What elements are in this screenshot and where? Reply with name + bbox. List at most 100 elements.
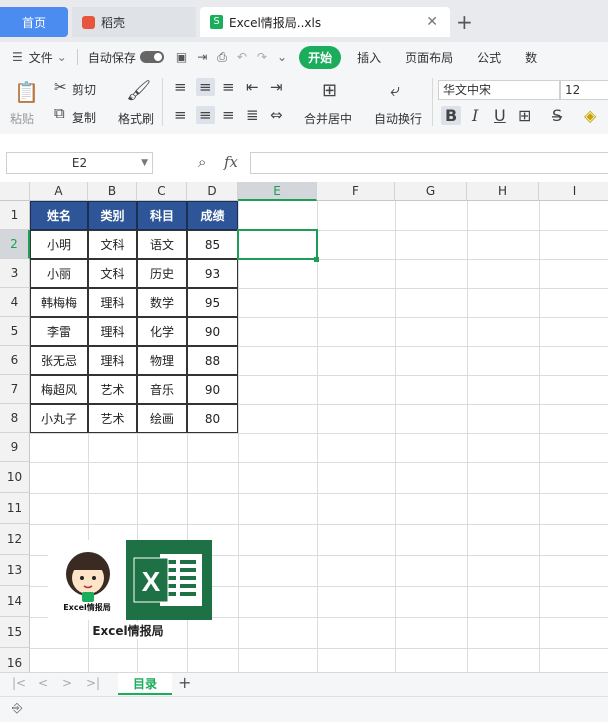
table-cell[interactable]: 艺术 [88, 404, 137, 433]
indent-increase-icon[interactable]: ⇥ [270, 78, 283, 96]
column-header-f[interactable]: F [317, 182, 395, 201]
underline-button[interactable]: U [494, 106, 506, 125]
format-painter-button[interactable]: 格式刷 [118, 110, 154, 127]
table-cell[interactable]: 物理 [137, 346, 187, 375]
indent-decrease-icon[interactable]: ⇤ [246, 78, 259, 96]
redo-icon[interactable]: ↷ [257, 50, 267, 64]
justify-icon[interactable]: ≣ [246, 106, 259, 124]
table-cell[interactable]: 艺术 [88, 375, 137, 404]
chevron-down-icon[interactable]: ▼ [141, 153, 148, 173]
menu-tab-home[interactable]: 开始 [299, 45, 342, 69]
menu-tab-formula[interactable]: 公式 [477, 49, 501, 66]
fill-color-icon[interactable]: ◈ [584, 106, 596, 125]
spreadsheet-grid[interactable]: A B C D E F G H I 1 2 3 4 5 6 7 8 9 10 1… [0, 182, 608, 672]
column-header-c[interactable]: C [137, 182, 187, 201]
table-cell[interactable]: 80 [187, 404, 238, 433]
sheet-tab-directory[interactable]: 目录 [118, 673, 172, 695]
row-header-3[interactable]: 3 [0, 259, 30, 288]
row-header-13[interactable]: 13 [0, 555, 30, 586]
menu-tab-insert[interactable]: 插入 [357, 49, 381, 66]
row-header-14[interactable]: 14 [0, 586, 30, 617]
borders-icon[interactable]: ⊞ [518, 106, 531, 125]
wrap-text-button[interactable]: 自动换行 [374, 110, 422, 127]
chevron-down-icon[interactable]: ⌄ [57, 50, 67, 64]
close-tab-icon[interactable]: ✕ [426, 14, 438, 30]
font-size-select[interactable]: 12 [560, 80, 608, 100]
zoom-icon[interactable]: ⌕ [198, 153, 206, 171]
table-cell[interactable]: 理科 [88, 288, 137, 317]
fill-handle[interactable] [314, 257, 319, 262]
formula-input[interactable] [250, 152, 608, 174]
align-center-icon[interactable]: ≡ [196, 106, 215, 124]
column-header-g[interactable]: G [395, 182, 467, 201]
column-header-b[interactable]: B [88, 182, 137, 201]
macro-record-icon[interactable]: ⎆ [12, 701, 22, 716]
table-cell[interactable]: 93 [187, 259, 238, 288]
row-header-9[interactable]: 9 [0, 433, 30, 462]
name-box[interactable]: E2 ▼ [6, 152, 153, 174]
align-left-icon[interactable]: ≡ [174, 106, 187, 124]
table-cell[interactable]: 90 [187, 317, 238, 346]
table-cell[interactable]: 文科 [88, 230, 137, 259]
table-cell[interactable]: 语文 [137, 230, 187, 259]
table-header-cell[interactable]: 科目 [137, 201, 187, 230]
autosave-toggle[interactable] [139, 51, 164, 63]
align-middle-icon[interactable]: ≡ [196, 78, 215, 96]
first-sheet-icon[interactable]: |< [12, 676, 26, 690]
selected-cell-e2[interactable] [237, 229, 318, 260]
table-header-cell[interactable]: 类别 [88, 201, 137, 230]
more-icon[interactable]: ⌄ [277, 50, 287, 64]
column-header-d[interactable]: D [187, 182, 238, 201]
table-header-cell[interactable]: 成绩 [187, 201, 238, 230]
table-cell[interactable]: 历史 [137, 259, 187, 288]
column-header-a[interactable]: A [30, 182, 88, 201]
table-cell[interactable]: 理科 [88, 317, 137, 346]
paste-button[interactable]: 粘贴 [10, 110, 34, 127]
table-cell[interactable]: 数学 [137, 288, 187, 317]
row-header-11[interactable]: 11 [0, 493, 30, 524]
table-cell[interactable]: 小丽 [30, 259, 88, 288]
row-header-2[interactable]: 2 [0, 230, 30, 259]
row-header-8[interactable]: 8 [0, 404, 30, 433]
table-cell[interactable]: 韩梅梅 [30, 288, 88, 317]
distributed-icon[interactable]: ⇔ [270, 106, 283, 124]
italic-button[interactable]: I [472, 106, 478, 125]
table-cell[interactable]: 张无忌 [30, 346, 88, 375]
tab-daoke[interactable]: 稻壳 [72, 7, 196, 37]
column-header-i[interactable]: I [539, 182, 608, 201]
row-header-1[interactable]: 1 [0, 201, 30, 230]
prev-sheet-icon[interactable]: < [38, 676, 48, 690]
table-cell[interactable]: 文科 [88, 259, 137, 288]
menu-tab-layout[interactable]: 页面布局 [405, 49, 453, 66]
row-header-12[interactable]: 12 [0, 524, 30, 555]
tab-excel-file[interactable]: S Excel情报局..xls ✕ [200, 7, 450, 37]
table-cell[interactable]: 小明 [30, 230, 88, 259]
new-tab-button[interactable]: + [456, 10, 473, 34]
menu-tab-data[interactable]: 数 [525, 49, 537, 66]
table-cell[interactable]: 小丸子 [30, 404, 88, 433]
column-header-h[interactable]: H [467, 182, 539, 201]
print-icon[interactable]: ⎙ [217, 50, 227, 65]
bold-button[interactable]: B [441, 106, 462, 125]
row-header-15[interactable]: 15 [0, 617, 30, 648]
add-sheet-button[interactable]: + [178, 673, 191, 692]
cut-button[interactable]: 剪切 [72, 81, 96, 98]
table-cell[interactable]: 李雷 [30, 317, 88, 346]
row-header-7[interactable]: 7 [0, 375, 30, 404]
row-header-4[interactable]: 4 [0, 288, 30, 317]
row-header-10[interactable]: 10 [0, 462, 30, 493]
table-cell[interactable]: 85 [187, 230, 238, 259]
merge-center-button[interactable]: 合并居中 [304, 110, 352, 127]
table-cell[interactable]: 梅超风 [30, 375, 88, 404]
fx-icon[interactable]: fx [224, 153, 238, 171]
table-header-cell[interactable]: 姓名 [30, 201, 88, 230]
last-sheet-icon[interactable]: >| [86, 676, 100, 690]
export-icon[interactable]: ⇥ [197, 50, 207, 64]
font-name-select[interactable]: 华文中宋 [438, 80, 560, 100]
table-cell[interactable]: 88 [187, 346, 238, 375]
next-sheet-icon[interactable]: > [62, 676, 72, 690]
align-top-icon[interactable]: ≡ [174, 78, 187, 96]
copy-button[interactable]: 复制 [72, 109, 96, 126]
tab-home[interactable]: 首页 [0, 7, 68, 37]
row-header-5[interactable]: 5 [0, 317, 30, 346]
